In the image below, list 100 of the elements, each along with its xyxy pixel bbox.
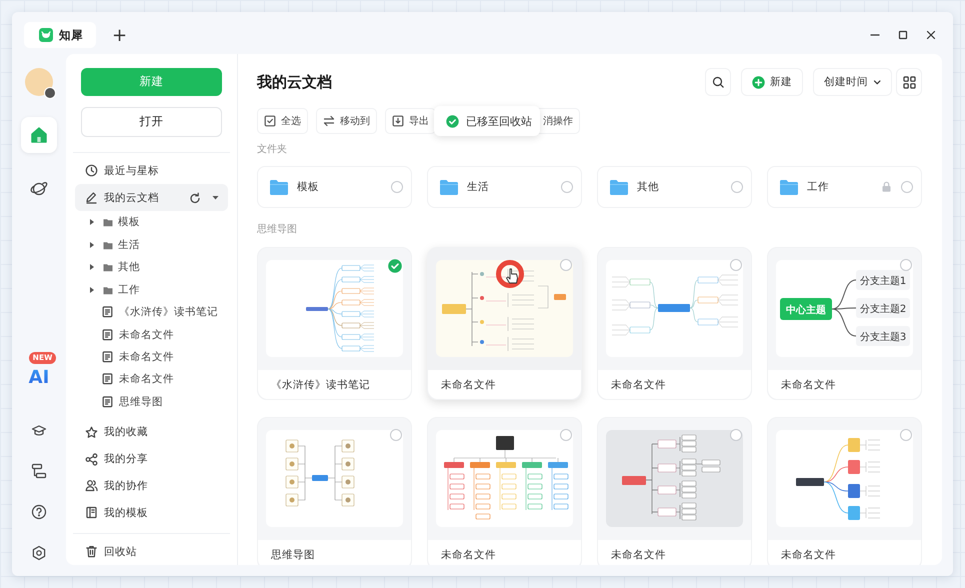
card-title: 思维导图 [271, 548, 315, 562]
mindmap-card[interactable]: 未命名文件 [767, 417, 922, 565]
page-title: 我的云文档 [257, 72, 333, 92]
select-checkbox[interactable] [561, 181, 573, 193]
folder-name: 模板 [297, 180, 319, 194]
file-icon [102, 306, 113, 318]
folder-icon [780, 178, 798, 196]
select-checkbox[interactable] [730, 259, 742, 271]
select-checkbox[interactable] [731, 181, 743, 193]
chevron-down-icon [873, 78, 881, 86]
app-tab[interactable]: 知犀 [24, 22, 96, 48]
folder-name: 其他 [637, 180, 659, 194]
app-logo-icon [39, 28, 53, 42]
tree-item[interactable]: 工作 [75, 278, 228, 301]
nav-item[interactable]: 最近与星标 [75, 158, 228, 184]
swap-arrows-icon [323, 115, 335, 127]
close-icon [926, 30, 936, 40]
folder-icon [103, 217, 113, 228]
select-checkbox[interactable] [730, 429, 742, 441]
nav-item[interactable]: 我的协作 [75, 472, 228, 500]
expand-arrow-icon[interactable] [89, 263, 95, 272]
nav-item[interactable]: 我的云文档 [75, 184, 228, 212]
card-title: 未命名文件 [441, 378, 496, 392]
maximize-button[interactable] [898, 30, 908, 40]
card-title: 《水浒传》读书笔记 [271, 378, 370, 392]
search-button[interactable] [705, 68, 731, 96]
select-checkbox[interactable] [560, 429, 572, 441]
folder-card[interactable]: 其他 [597, 166, 752, 208]
select-checkbox[interactable] [390, 429, 402, 441]
flowchart-icon [31, 463, 47, 479]
triangle-icon [89, 240, 95, 249]
template-icon [85, 506, 98, 520]
select-all-icon [264, 115, 276, 127]
grid-view-icon [902, 76, 916, 88]
select-checkbox[interactable] [560, 259, 572, 271]
mindmap-card[interactable]: 未命名文件 [597, 417, 752, 565]
triangle-icon [89, 286, 95, 294]
folder-icon [270, 178, 288, 196]
tree-item[interactable]: 生活 [75, 234, 228, 256]
trash-icon [85, 545, 98, 558]
folder-card[interactable]: 生活 [427, 166, 582, 208]
tree-item[interactable]: 未命名文件 [75, 323, 228, 346]
select-checkbox[interactable] [388, 259, 402, 273]
mindmap-card[interactable]: 思维导图 [257, 417, 412, 565]
tree-item[interactable]: 其他 [75, 256, 228, 278]
share-icon [85, 452, 98, 466]
select-checkbox[interactable] [391, 181, 403, 193]
download-icon [392, 115, 404, 127]
help-icon [31, 504, 47, 520]
folder-name: 工作 [807, 180, 829, 194]
expand-arrow-icon[interactable] [89, 286, 95, 294]
mindmap-card[interactable]: 中心主题 分支主题1 分支主题2 分支主题3 未命名文件 [767, 247, 922, 400]
expand-arrow-icon[interactable] [89, 240, 95, 249]
toolbar-button[interactable]: 全选 [257, 108, 308, 134]
new-tab-button[interactable]: + [108, 24, 132, 46]
tree-item[interactable]: 《水浒传》读书笔记 [75, 300, 228, 324]
clock-icon [85, 164, 98, 178]
topic-node: 中心主题 [780, 298, 832, 320]
user-avatar[interactable] [25, 68, 53, 96]
mindmap-card[interactable]: 未命名文件 [427, 247, 582, 400]
folder-card[interactable]: 模板 [257, 166, 412, 208]
star-icon [85, 426, 98, 439]
mindmap-card[interactable]: 《水浒传》读书笔记 [257, 247, 412, 400]
people-icon [85, 479, 98, 492]
folder-icon [103, 284, 113, 295]
new-button[interactable]: 新建 [741, 68, 803, 96]
click-pointer-icon [494, 258, 526, 290]
topic-node: 分支主题1 [856, 270, 910, 290]
tree-item[interactable]: 思维导图 [75, 390, 228, 413]
tree-item[interactable]: 未命名文件 [75, 346, 228, 368]
check-circle-icon [446, 114, 459, 128]
select-checkbox[interactable] [900, 429, 912, 441]
grid-view-button[interactable] [896, 68, 922, 96]
nav-item[interactable]: 回收站 [75, 538, 228, 565]
file-icon [102, 396, 113, 408]
folder-name: 生活 [467, 180, 489, 194]
select-checkbox[interactable] [900, 259, 912, 271]
open-button[interactable]: 打开 [81, 106, 222, 137]
nav-item[interactable]: 我的收藏 [75, 418, 228, 446]
expand-arrow-icon[interactable] [89, 218, 95, 226]
search-icon [712, 76, 724, 88]
mindmap-card[interactable]: 未命名文件 [597, 247, 752, 400]
nav-item[interactable]: 我的分享 [75, 446, 228, 473]
mindmap-card[interactable]: 未命名文件 [427, 417, 582, 565]
pencil-icon [85, 191, 98, 204]
toolbar-button[interactable]: 移动到 [316, 108, 377, 134]
folder-icon [610, 178, 628, 196]
tree-item[interactable]: 模板 [75, 211, 228, 234]
folder-icon [103, 262, 113, 272]
folder-card[interactable]: 工作 [767, 166, 922, 208]
sort-dropdown[interactable]: 创建时间 [813, 68, 892, 96]
select-checkbox[interactable] [901, 181, 913, 193]
card-title: 未命名文件 [781, 378, 836, 392]
tree-item[interactable]: 未命名文件 [75, 368, 228, 391]
nav-item[interactable]: 我的模板 [75, 499, 228, 526]
file-icon [102, 373, 113, 386]
toolbar-button[interactable]: 导出 [385, 108, 436, 134]
close-button[interactable] [926, 30, 936, 40]
planet-icon [30, 180, 48, 198]
home-icon [30, 126, 48, 144]
